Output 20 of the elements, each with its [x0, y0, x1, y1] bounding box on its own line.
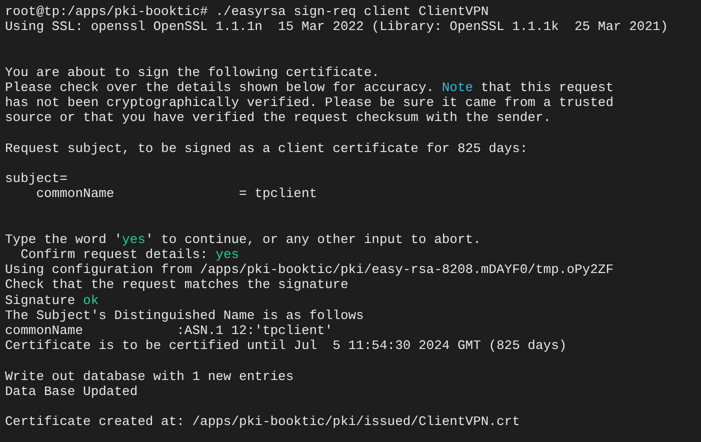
output-line: Certificate created at: /apps/pki-booktic/pki/issued/ClientVPN.crt	[5, 414, 520, 430]
output-line: You are about to sign the following certificate.	[5, 64, 380, 80]
output-line: Check that the request matches the signature	[5, 277, 348, 292]
output-line: Request subject, to be signed as a client certificate for 825 days:	[5, 140, 528, 156]
output-line: The Subject's Distinguished Name is as follows	[5, 308, 364, 323]
output-line: commonName :ASN.1 12:'tpclient'	[5, 322, 333, 338]
output-line: Signature ok	[5, 292, 99, 308]
output-line: has not been cryptographically verified. Please be sure it came from a trusted	[5, 95, 614, 110]
output-line: commonName = tpclient	[35, 186, 318, 202]
output-line: Using SSL: openssl OpenSSL 1.1.1n 15 Mar 2022 (Library: OpenSSL 1.1.1k 25 Mar 2021)	[5, 19, 668, 34]
command-line: root@tp:/apps/pki-booktic# ./easyrsa sign-req client ClientVPN	[5, 4, 489, 19]
output-line: subject=	[5, 171, 68, 186]
output-line: Using configuration from /apps/pki-booktic/pki/easy-rsa-8208.mDAYF0/tmp.oPy2ZF	[5, 262, 614, 278]
output-line: source or that you have verified the request checksum with the sender.	[5, 110, 552, 126]
output-line: Confirm request details: yes	[20, 247, 240, 262]
output-line: Write out database with 1 new entries	[5, 368, 294, 384]
output-line: Certificate is to be certified until Jul 5 11:54:30 2024 GMT (825 days)	[5, 338, 567, 354]
output-line: Data Base Updated	[5, 384, 138, 399]
output-line: Type the word 'yes' to continue, or any other input to abort.	[5, 232, 481, 247]
output-line: Please check over the details shown below for accuracy. Note that this request	[5, 80, 614, 95]
